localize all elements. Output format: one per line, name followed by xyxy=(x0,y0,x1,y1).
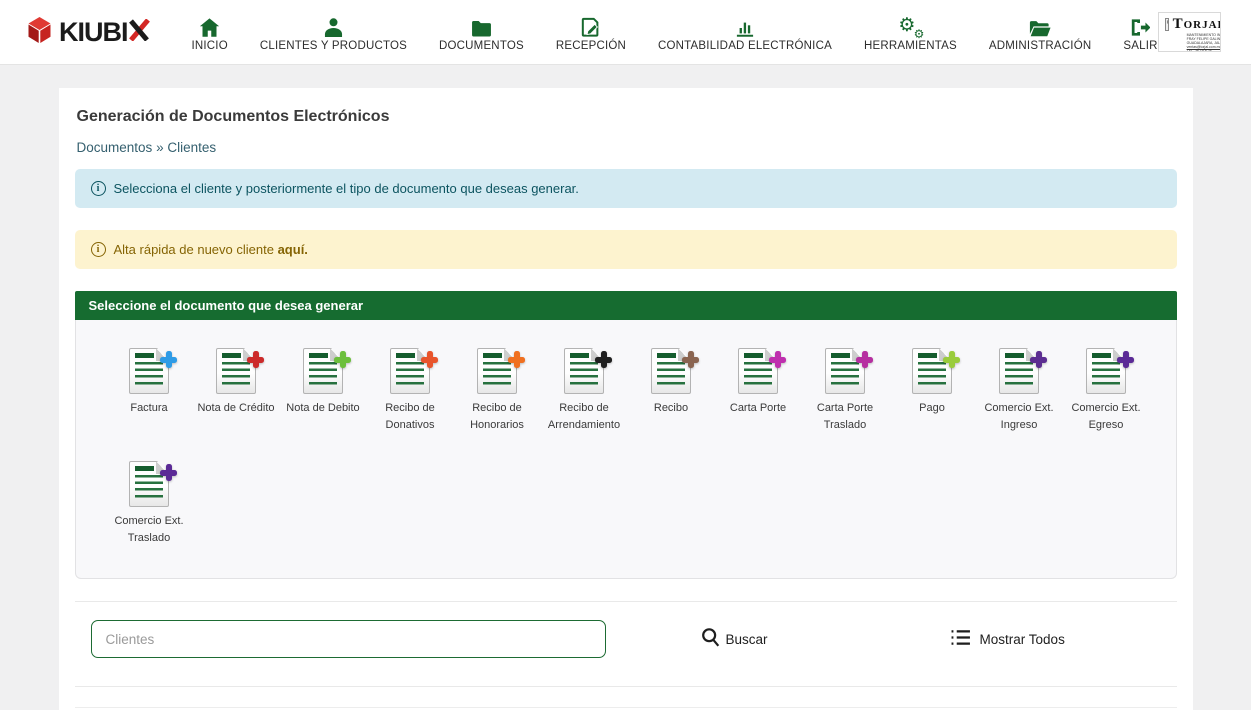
list-icon xyxy=(950,629,971,649)
divider xyxy=(75,601,1177,602)
nav-item-salir[interactable]: SALIR xyxy=(1123,13,1157,52)
logout-icon xyxy=(1130,15,1150,37)
torjal-address: MANTENIMIENTO INDUSTRIAL FRAY FELIPE GAL… xyxy=(1165,34,1214,52)
top-navbar: KIUBI INICIO CLIENTES Y PRODUCTOS DOCUME… xyxy=(0,0,1251,65)
search-icon xyxy=(700,627,722,652)
generator-panel-header: Seleccione el documento que desea genera… xyxy=(75,291,1177,320)
bar-chart-icon xyxy=(735,15,755,37)
search-input[interactable] xyxy=(91,620,606,658)
warning-alert: i Alta rápida de nuevo cliente aquí. xyxy=(75,230,1177,269)
document-edit-icon xyxy=(581,15,601,37)
doc-type-factura[interactable]: Factura xyxy=(106,348,193,433)
document-plus-icon xyxy=(477,348,517,394)
document-plus-icon xyxy=(999,348,1039,394)
document-plus-icon xyxy=(216,348,256,394)
torjal-partner-logo: ▦ Torjal MANTENIMIENTO INDUSTRIAL FRAY F… xyxy=(1158,12,1221,52)
nav-label: CONTABILIDAD ELECTRÓNICA xyxy=(658,40,832,52)
warning-info-icon: i xyxy=(91,242,106,257)
torjal-stamp-icon: ▦ xyxy=(1165,18,1169,31)
breadcrumb: Documentos » Clientes xyxy=(75,140,1177,155)
nav-item-herramientas[interactable]: ⚙⚙ HERRAMIENTAS xyxy=(864,13,957,52)
home-icon xyxy=(199,15,220,37)
nav-label: SALIR xyxy=(1123,40,1157,52)
doc-type-carta-porte[interactable]: Carta Porte xyxy=(715,348,802,433)
doc-type-comercio-traslado[interactable]: Comercio Ext. Traslado xyxy=(106,461,193,546)
nav-item-clientes-productos[interactable]: CLIENTES Y PRODUCTOS xyxy=(260,13,407,52)
nav-item-inicio[interactable]: INICIO xyxy=(192,13,228,52)
nav-item-documentos[interactable]: DOCUMENTOS xyxy=(439,13,524,52)
breadcrumb-separator: » xyxy=(156,140,164,155)
breadcrumb-documentos[interactable]: Documentos xyxy=(77,140,153,155)
mostrar-todos-button[interactable]: Mostrar Todos xyxy=(950,629,1065,649)
generator-panel-body: Factura Nota de Crédito Nota de Debito R… xyxy=(75,320,1177,579)
document-plus-icon xyxy=(651,348,691,394)
gears-icon: ⚙⚙ xyxy=(898,15,922,37)
nav-label: ADMINISTRACIÓN xyxy=(989,40,1091,52)
doc-type-comercio-ingreso[interactable]: Comercio Ext. Ingreso xyxy=(976,348,1063,433)
open-folder-icon xyxy=(1029,15,1051,37)
doc-type-carta-porte-traslado[interactable]: Carta Porte Traslado xyxy=(802,348,889,433)
nav-item-contabilidad[interactable]: CONTABILIDAD ELECTRÓNICA xyxy=(658,13,832,52)
mostrar-todos-label: Mostrar Todos xyxy=(980,632,1065,647)
breadcrumb-clientes[interactable]: Clientes xyxy=(167,140,216,155)
kiubix-wordmark: KIUBI xyxy=(59,17,150,48)
warning-alert-text: Alta rápida de nuevo cliente aquí. xyxy=(114,242,308,257)
document-generator-panel: Seleccione el documento que desea genera… xyxy=(75,291,1177,579)
quick-add-client-link[interactable]: aquí. xyxy=(278,242,308,257)
kiubix-logo[interactable]: KIUBI xyxy=(26,16,150,49)
brand-x-glyph xyxy=(128,17,150,48)
doc-type-recibo-donativos[interactable]: Recibo de Donativos xyxy=(367,348,454,433)
document-plus-icon xyxy=(564,348,604,394)
buscar-label: Buscar xyxy=(726,632,768,647)
doc-type-nota-debito[interactable]: Nota de Debito xyxy=(280,348,367,433)
nav-label: DOCUMENTOS xyxy=(439,40,524,52)
nav-label: INICIO xyxy=(192,40,228,52)
document-plus-icon xyxy=(738,348,778,394)
info-alert-text: Selecciona el cliente y posteriormente e… xyxy=(114,181,579,196)
main-nav: INICIO CLIENTES Y PRODUCTOS DOCUMENTOS R… xyxy=(192,13,1158,52)
document-plus-icon xyxy=(129,348,169,394)
divider xyxy=(75,686,1177,687)
page-title: Generación de Documentos Electrónicos xyxy=(75,102,1177,126)
folder-icon xyxy=(471,15,492,37)
document-plus-icon xyxy=(303,348,343,394)
nav-label: HERRAMIENTAS xyxy=(864,40,957,52)
client-search-section: Buscar Mostrar Todos xyxy=(75,620,1177,658)
document-plus-icon xyxy=(390,348,430,394)
kiubix-cube-icon xyxy=(26,16,53,49)
doc-type-recibo-honorarios[interactable]: Recibo de Honorarios xyxy=(454,348,541,433)
torjal-name: Torjal xyxy=(1173,16,1221,33)
document-plus-icon xyxy=(1086,348,1126,394)
buscar-button[interactable]: Buscar xyxy=(700,627,768,652)
document-plus-icon xyxy=(825,348,865,394)
person-icon xyxy=(324,15,343,37)
doc-type-comercio-egreso[interactable]: Comercio Ext. Egreso xyxy=(1063,348,1150,433)
document-plus-icon xyxy=(129,461,169,507)
info-alert: i Selecciona el cliente y posteriormente… xyxy=(75,169,1177,208)
nav-label: CLIENTES Y PRODUCTOS xyxy=(260,40,407,52)
document-plus-icon xyxy=(912,348,952,394)
doc-type-recibo-arrendamiento[interactable]: Recibo de Arrendamiento xyxy=(541,348,628,433)
nav-item-administracion[interactable]: ADMINISTRACIÓN xyxy=(989,13,1091,52)
doc-type-recibo[interactable]: Recibo xyxy=(628,348,715,433)
doc-type-pago[interactable]: Pago xyxy=(889,348,976,433)
main-content-card: Generación de Documentos Electrónicos Do… xyxy=(59,88,1193,710)
nav-item-recepcion[interactable]: RECEPCIÓN xyxy=(556,13,626,52)
nav-label: RECEPCIÓN xyxy=(556,40,626,52)
doc-type-nota-credito[interactable]: Nota de Crédito xyxy=(193,348,280,433)
info-icon: i xyxy=(91,181,106,196)
